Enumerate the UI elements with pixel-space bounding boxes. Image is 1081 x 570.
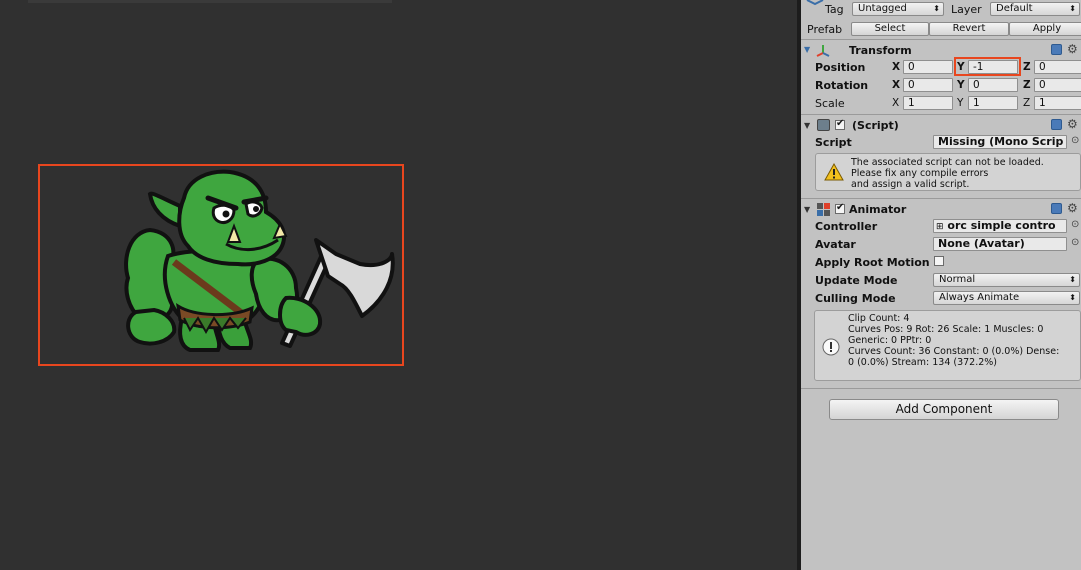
- layer-value: Default: [996, 3, 1033, 14]
- controller-value: orc simple contro: [947, 219, 1056, 232]
- warning-box: The associated script can not be loaded.…: [815, 153, 1081, 191]
- prefab-apply-button[interactable]: Apply: [1009, 22, 1081, 36]
- dropdown-arrow-icon: ⬍: [1069, 4, 1076, 13]
- rotation-y-label: Y: [957, 79, 965, 91]
- culling-mode-label: Culling Mode: [815, 292, 896, 305]
- object-picker-icon[interactable]: ⊙: [1071, 237, 1079, 248]
- culling-mode-value: Always Animate: [939, 292, 1020, 303]
- info-icon: [822, 338, 840, 356]
- object-picker-icon[interactable]: ⊙: [1071, 219, 1079, 230]
- object-picker-icon[interactable]: ⊙: [1071, 135, 1079, 146]
- tag-label: Tag: [825, 3, 844, 16]
- prefab-select-button[interactable]: Select: [851, 22, 929, 36]
- animator-info-box: Clip Count: 4 Curves Pos: 9 Rot: 26 Scal…: [814, 310, 1081, 381]
- gear-icon[interactable]: ⚙: [1067, 43, 1078, 55]
- prefab-label: Prefab: [807, 23, 843, 36]
- orc-sprite[interactable]: [110, 168, 400, 358]
- scale-y-field[interactable]: 1: [968, 96, 1018, 110]
- script-field[interactable]: Missing (Mono Scrip: [933, 135, 1067, 149]
- animator-enabled-checkbox[interactable]: [835, 202, 845, 214]
- dropdown-arrow-icon: ⬍: [1069, 293, 1076, 302]
- scale-z-label: Z: [1023, 97, 1031, 109]
- separator: [801, 39, 1081, 40]
- transform-title: Transform: [849, 44, 912, 57]
- update-mode-label: Update Mode: [815, 274, 898, 287]
- info-line4: Curves Count: 36 Constant: 0 (0.0%) Dens…: [848, 346, 1060, 357]
- rotation-x-label: X: [892, 79, 901, 91]
- info-line3: Generic: 0 PPtr: 0: [848, 335, 932, 346]
- scale-x-label: X: [892, 97, 900, 109]
- foldout-arrow-icon[interactable]: ▼: [804, 121, 810, 130]
- add-component-button[interactable]: Add Component: [829, 399, 1059, 420]
- foldout-arrow-icon[interactable]: ▼: [804, 205, 810, 214]
- warning-text-line2: Please fix any compile errors: [851, 168, 989, 179]
- help-icon[interactable]: [1051, 203, 1062, 214]
- rotation-label: Rotation: [815, 79, 869, 92]
- dropdown-arrow-icon: ⬍: [1069, 275, 1076, 284]
- avatar-label: Avatar: [815, 238, 856, 251]
- position-y-highlight: [954, 57, 1021, 76]
- scale-z-field[interactable]: 1: [1034, 96, 1081, 110]
- prefab-revert-button[interactable]: Revert: [929, 22, 1009, 36]
- inspector-panel: Tag Untagged ⬍ Layer Default ⬍ Prefab Sele…: [801, 0, 1081, 570]
- help-icon[interactable]: [1051, 119, 1062, 130]
- scale-label: Scale: [815, 97, 845, 110]
- animator-title: Animator: [849, 203, 907, 216]
- scene-top-strip: [28, 0, 392, 3]
- transform-icon: [816, 45, 830, 57]
- scale-x-field[interactable]: 1: [903, 96, 953, 110]
- position-x-label: X: [892, 61, 901, 73]
- script-label: Script: [815, 136, 852, 149]
- apply-root-motion-checkbox[interactable]: [934, 256, 944, 266]
- help-icon[interactable]: [1051, 44, 1062, 55]
- separator: [801, 114, 1081, 115]
- controller-label: Controller: [815, 220, 878, 233]
- rotation-z-label: Z: [1023, 79, 1031, 91]
- position-x-field[interactable]: 0: [903, 60, 953, 74]
- warning-text-line3: and assign a valid script.: [851, 179, 970, 190]
- info-line2: Curves Pos: 9 Rot: 26 Scale: 1 Muscles: …: [848, 324, 1044, 335]
- script-enabled-checkbox[interactable]: [835, 118, 845, 130]
- layer-label: Layer: [951, 3, 982, 16]
- script-icon: [817, 119, 830, 131]
- update-mode-dropdown[interactable]: Normal ⬍: [933, 273, 1080, 287]
- gear-icon[interactable]: ⚙: [1067, 118, 1078, 130]
- update-mode-value: Normal: [939, 274, 976, 285]
- info-line5: 0 (0.0%) Stream: 134 (372.2%): [848, 357, 998, 368]
- gear-icon[interactable]: ⚙: [1067, 202, 1078, 214]
- warning-icon: [824, 163, 844, 181]
- dropdown-arrow-icon: ⬍: [933, 4, 940, 13]
- tag-dropdown[interactable]: Untagged ⬍: [852, 2, 944, 16]
- tag-value: Untagged: [858, 3, 907, 14]
- separator: [801, 388, 1081, 389]
- culling-mode-dropdown[interactable]: Always Animate ⬍: [933, 291, 1080, 305]
- rotation-y-field[interactable]: 0: [968, 78, 1018, 92]
- separator: [801, 198, 1081, 199]
- warning-text-line1: The associated script can not be loaded.: [851, 157, 1044, 168]
- avatar-field[interactable]: None (Avatar): [933, 237, 1067, 251]
- cube-icon: [806, 0, 824, 6]
- apply-root-motion-label: Apply Root Motion: [815, 256, 930, 269]
- scene-view[interactable]: [0, 0, 797, 570]
- rotation-z-field[interactable]: 0: [1034, 78, 1081, 92]
- script-component-title: (Script): [852, 119, 899, 132]
- controller-asset-icon: ⊞: [936, 222, 944, 232]
- scale-y-label: Y: [957, 97, 964, 109]
- layer-dropdown[interactable]: Default ⬍: [990, 2, 1080, 16]
- controller-field[interactable]: ⊞ orc simple contro: [933, 219, 1067, 233]
- position-label: Position: [815, 61, 866, 74]
- foldout-arrow-icon[interactable]: ▼: [804, 45, 810, 54]
- position-z-label: Z: [1023, 61, 1031, 73]
- rotation-x-field[interactable]: 0: [903, 78, 953, 92]
- info-line1: Clip Count: 4: [848, 313, 910, 324]
- animator-icon: [817, 203, 830, 216]
- position-z-field[interactable]: 0: [1034, 60, 1081, 74]
